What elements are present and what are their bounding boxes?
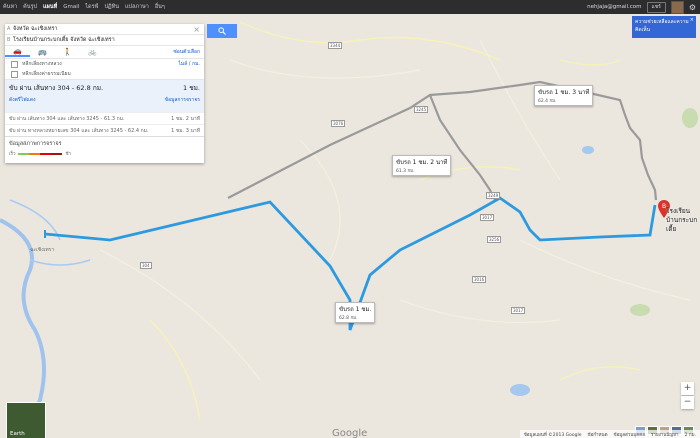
route-traffic-info-link[interactable]: ข้อมูลการจราจร <box>165 96 200 104</box>
travel-mode-tabs: 🚗 🚌 🚶 🚲 ซ่อนตัวเลือก <box>5 46 204 59</box>
footer-copyright: ข้อมูลแผนที่ ©2013 Google <box>523 432 582 438</box>
nav-gmail[interactable]: Gmail <box>63 4 79 10</box>
route-time: 1 ชม. <box>183 84 200 92</box>
callout-time: ขับรถ 1 ชม. 2 นาที <box>396 159 448 166</box>
avatar[interactable] <box>670 0 684 14</box>
bike-icon[interactable]: 🚲 <box>80 48 105 56</box>
google-logo: Google <box>332 428 368 438</box>
traffic-slow-label: ช้า <box>65 152 72 157</box>
origin-letter: A <box>7 26 11 32</box>
callout-time: ขับรถ 1 ชม. <box>339 306 372 313</box>
route-option-alt-1[interactable]: ขับ ผ่าน เส้นทาง 304 และ เส้นทาง 3245 - … <box>5 112 204 124</box>
route-shield: 3249 <box>486 192 501 199</box>
avoid-highways-checkbox[interactable] <box>11 60 18 68</box>
route-time: 1 ชม. 2 นาที <box>171 115 200 122</box>
google-top-bar: ค้นหา ค้นรูป แผนที่ Gmail ไดรฟ์ ปฏิทิน แ… <box>0 0 700 14</box>
destination-field[interactable]: B โรงเรียนบ้านกระบกเตี้ย จังหวัด ฉะเชิงเ… <box>5 35 204 46</box>
route-shield: 3016 <box>472 276 487 283</box>
town-label: ฉะเชิงเทรา <box>30 247 55 253</box>
unit-toggle[interactable]: ไมล์ / กม. <box>178 60 200 68</box>
route-traffic-light-link[interactable]: ดังตรีไฟแดง <box>9 96 36 104</box>
callout-distance: 62.8 กม. <box>339 316 358 321</box>
route-option-alt-2[interactable]: ขับ ผ่าน ทางหลวงหมายเลข 304 และ เส้นทาง … <box>5 124 204 136</box>
route-description: ขับ ผ่าน ทางหลวงหมายเลข 304 และ เส้นทาง … <box>9 127 149 134</box>
scale-bar: 2 กม. <box>684 432 696 438</box>
callout-distance: 61.3 กม. <box>396 169 415 174</box>
traffic-title: ข้อมูลสภาพการจราจร <box>9 141 62 147</box>
nav-maps[interactable]: แผนที่ <box>43 3 57 11</box>
traffic-scale: เร็ว ช้า <box>9 150 71 157</box>
avoid-tolls-label: หลีกเลี่ยงค่าธรรมเนียม <box>22 71 71 77</box>
traffic-fast-label: เร็ว <box>9 152 16 157</box>
account-area: nehjaja@gmail.com แชร์ ⚙ <box>587 0 696 14</box>
map-footer: ข้อมูลแผนที่ ©2013 Google ข้อกำหนด ข้อมู… <box>519 430 700 438</box>
search-icon <box>218 27 226 35</box>
account-email[interactable]: nehjaja@gmail.com <box>587 4 641 10</box>
origin-field[interactable]: A จังหวัด ฉะเชิงเทรา × <box>5 24 204 35</box>
traffic-legend: ข้อมูลสภาพการจราจร เร็ว ช้า <box>5 136 204 163</box>
lake <box>510 384 530 396</box>
route-callout-alt-1[interactable]: ขับรถ 1 ชม. 3 นาที 62.4 กม. <box>534 85 594 106</box>
callout-distance: 62.4 กม. <box>538 99 557 104</box>
share-button[interactable]: แชร์ <box>646 1 666 13</box>
google-nav: ค้นหา ค้นรูป แผนที่ Gmail ไดรฟ์ ปฏิทิน แ… <box>3 0 165 14</box>
route-description: ขับ ผ่าน เส้นทาง 304 - 62.8 กม. <box>9 84 104 92</box>
close-icon[interactable]: × <box>690 17 694 23</box>
route-callout-alt-2[interactable]: ขับรถ 1 ชม. 2 นาที 61.3 กม. <box>392 155 452 176</box>
route-shield: 3344 <box>328 42 343 49</box>
callout-time: ขับรถ 1 ชม. 3 นาที <box>538 89 590 96</box>
nav-more[interactable]: อื่นๆ <box>155 3 165 11</box>
destination-letter: B <box>7 37 11 43</box>
avoid-tolls-option[interactable]: หลีกเลี่ยงค่าธรรมเนียม <box>5 69 204 79</box>
route-shield: 304 <box>140 262 152 269</box>
help-feedback-text: ความช่วยเหลือและความคิดเห็น <box>635 19 689 33</box>
green-area <box>630 304 650 316</box>
gear-icon[interactable]: ⚙ <box>689 3 696 12</box>
earth-label: Earth <box>10 431 25 437</box>
earth-button[interactable]: Earth <box>6 402 46 438</box>
route-shield: 3017 <box>480 214 495 221</box>
origin-input[interactable]: จังหวัด ฉะเชิงเทรา <box>13 25 58 33</box>
route-time: 1 ชม. 3 นาที <box>171 127 200 134</box>
search-button[interactable] <box>207 24 237 38</box>
route-shield: 3076 <box>331 120 346 127</box>
route-shield: 3017 <box>511 307 526 314</box>
footer-report-link[interactable]: รายงานปัญหา <box>651 431 679 438</box>
zoom-out-button[interactable]: − <box>681 396 694 409</box>
destination-input[interactable]: โรงเรียนบ้านกระบกเตี้ย จังหวัด ฉะเชิงเทร… <box>13 36 115 44</box>
avoid-tolls-checkbox[interactable] <box>11 70 18 78</box>
route-description: ขับ ผ่าน เส้นทาง 304 และ เส้นทาง 3245 - … <box>9 115 125 122</box>
car-icon[interactable]: 🚗 <box>5 47 30 57</box>
route-shield: 3245 <box>414 106 429 113</box>
nav-search[interactable]: ค้นหา <box>3 3 17 11</box>
help-feedback-popup[interactable]: ความช่วยเหลือและความคิดเห็น × <box>632 16 696 38</box>
footer-privacy-link[interactable]: ข้อมูลส่วนบุคคล <box>614 431 646 438</box>
route-callout-main[interactable]: ขับรถ 1 ชม. 62.8 กม. <box>335 302 376 323</box>
transit-icon[interactable]: 🚌 <box>30 48 55 56</box>
directions-panel: A จังหวัด ฉะเชิงเทรา × B โรงเรียนบ้านกระ… <box>5 24 204 163</box>
zoom-in-button[interactable]: + <box>681 382 694 395</box>
footer-terms-link[interactable]: ข้อกำหนด <box>588 431 608 438</box>
route-shield: 3256 <box>487 236 502 243</box>
route-option-main[interactable]: ขับ ผ่าน เส้นทาง 304 - 62.8 กม. 1 ชม. ดั… <box>5 79 204 112</box>
traffic-color-bar <box>18 152 63 155</box>
nav-translate[interactable]: แปลภาษา <box>125 3 149 11</box>
hide-options-link[interactable]: ซ่อนตัวเลือก <box>173 48 200 56</box>
clear-icon[interactable]: × <box>193 25 200 34</box>
nav-drive[interactable]: ไดรฟ์ <box>85 3 98 11</box>
avoid-highways-label: หลีกเลี่ยงทางหลวง <box>22 61 62 67</box>
lake <box>582 146 594 154</box>
destination-label[interactable]: โรงเรียนบ้านกระบกเตี้ย <box>666 207 700 234</box>
walk-icon[interactable]: 🚶 <box>55 48 80 56</box>
green-area <box>682 108 698 128</box>
nav-images[interactable]: ค้นรูป <box>23 3 37 11</box>
avoid-highways-option[interactable]: หลีกเลี่ยงทางหลวง ไมล์ / กม. <box>5 59 204 69</box>
nav-calendar[interactable]: ปฏิทิน <box>104 3 119 11</box>
